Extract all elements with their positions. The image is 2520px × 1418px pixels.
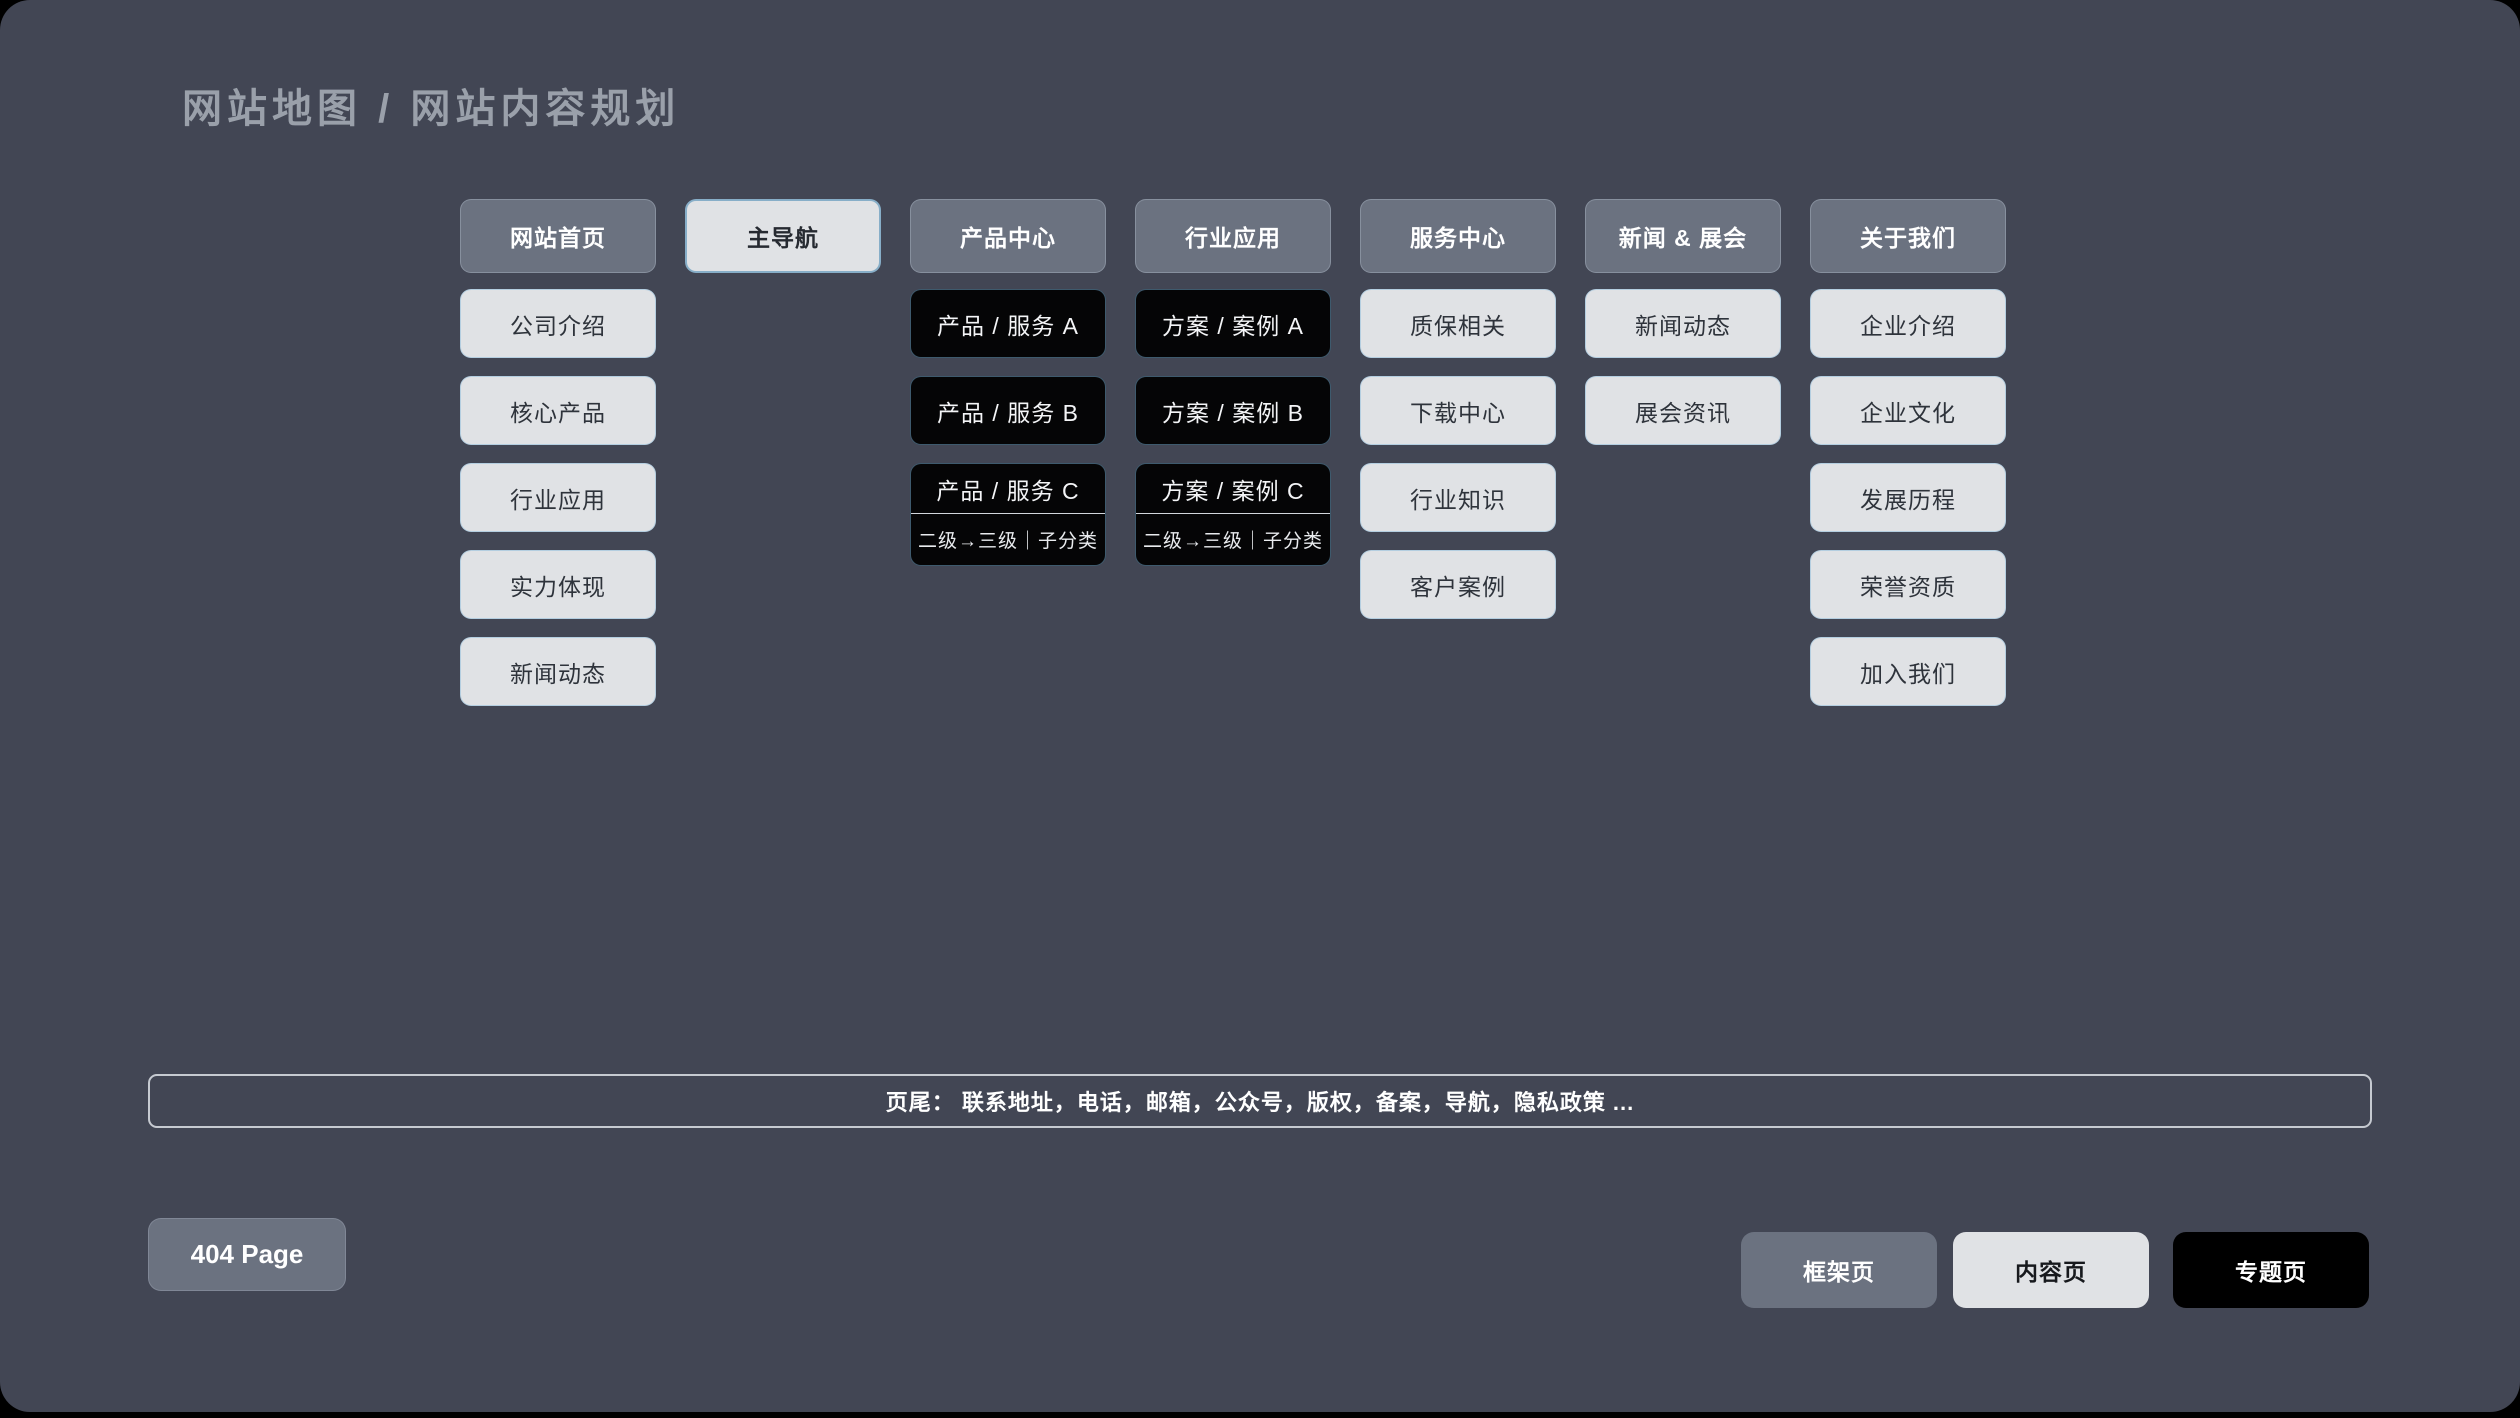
- node-industry-knowledge[interactable]: 行业知识: [1360, 463, 1556, 532]
- page-404-button[interactable]: 404 Page: [148, 1218, 346, 1291]
- page-title: 网站地图 / 网站内容规划: [182, 76, 680, 134]
- node-product-b[interactable]: 产品 / 服务 B: [910, 376, 1106, 445]
- node-honors[interactable]: 荣誉资质: [1810, 550, 2006, 619]
- node-case-c-sublabel: 二级→三级｜子分类: [1136, 513, 1330, 565]
- node-company-intro[interactable]: 公司介绍: [460, 289, 656, 358]
- node-case-c[interactable]: 方案 / 案例 C 二级→三级｜子分类: [1135, 463, 1331, 566]
- node-history[interactable]: 发展历程: [1810, 463, 2006, 532]
- node-join-us[interactable]: 加入我们: [1810, 637, 2006, 706]
- node-core-products[interactable]: 核心产品: [460, 376, 656, 445]
- legend-special-page-button[interactable]: 专题页: [2173, 1232, 2369, 1308]
- node-about-intro[interactable]: 企业介绍: [1810, 289, 2006, 358]
- node-header-home[interactable]: 网站首页: [460, 199, 656, 273]
- legend-frame-page-button[interactable]: 框架页: [1741, 1232, 1937, 1308]
- node-warranty[interactable]: 质保相关: [1360, 289, 1556, 358]
- node-header-about[interactable]: 关于我们: [1810, 199, 2006, 273]
- node-case-b[interactable]: 方案 / 案例 B: [1135, 376, 1331, 445]
- node-strength-show[interactable]: 实力体现: [460, 550, 656, 619]
- node-header-news-expo[interactable]: 新闻 & 展会: [1585, 199, 1781, 273]
- node-news-dynamic[interactable]: 新闻动态: [1585, 289, 1781, 358]
- node-expo-info[interactable]: 展会资讯: [1585, 376, 1781, 445]
- node-product-a[interactable]: 产品 / 服务 A: [910, 289, 1106, 358]
- node-header-services[interactable]: 服务中心: [1360, 199, 1556, 273]
- node-case-a[interactable]: 方案 / 案例 A: [1135, 289, 1331, 358]
- node-industry-apps[interactable]: 行业应用: [460, 463, 656, 532]
- node-product-c-sublabel: 二级→三级｜子分类: [911, 513, 1105, 565]
- node-download-center[interactable]: 下载中心: [1360, 376, 1556, 445]
- node-header-products[interactable]: 产品中心: [910, 199, 1106, 273]
- node-product-c[interactable]: 产品 / 服务 C 二级→三级｜子分类: [910, 463, 1106, 566]
- node-header-industries[interactable]: 行业应用: [1135, 199, 1331, 273]
- node-product-c-label: 产品 / 服务 C: [911, 464, 1105, 513]
- node-customer-cases[interactable]: 客户案例: [1360, 550, 1556, 619]
- node-header-main-nav[interactable]: 主导航: [685, 199, 881, 273]
- sitemap-canvas: 网站地图 / 网站内容规划 网站首页 主导航 产品中心 行业应用 服务中心 新闻…: [0, 0, 2520, 1412]
- node-case-c-label: 方案 / 案例 C: [1136, 464, 1330, 513]
- legend-content-page-button[interactable]: 内容页: [1953, 1232, 2149, 1308]
- node-corp-culture[interactable]: 企业文化: [1810, 376, 2006, 445]
- node-news-updates[interactable]: 新闻动态: [460, 637, 656, 706]
- footer-bar[interactable]: 页尾： 联系地址，电话，邮箱，公众号，版权，备案，导航，隐私政策 ...: [148, 1074, 2372, 1128]
